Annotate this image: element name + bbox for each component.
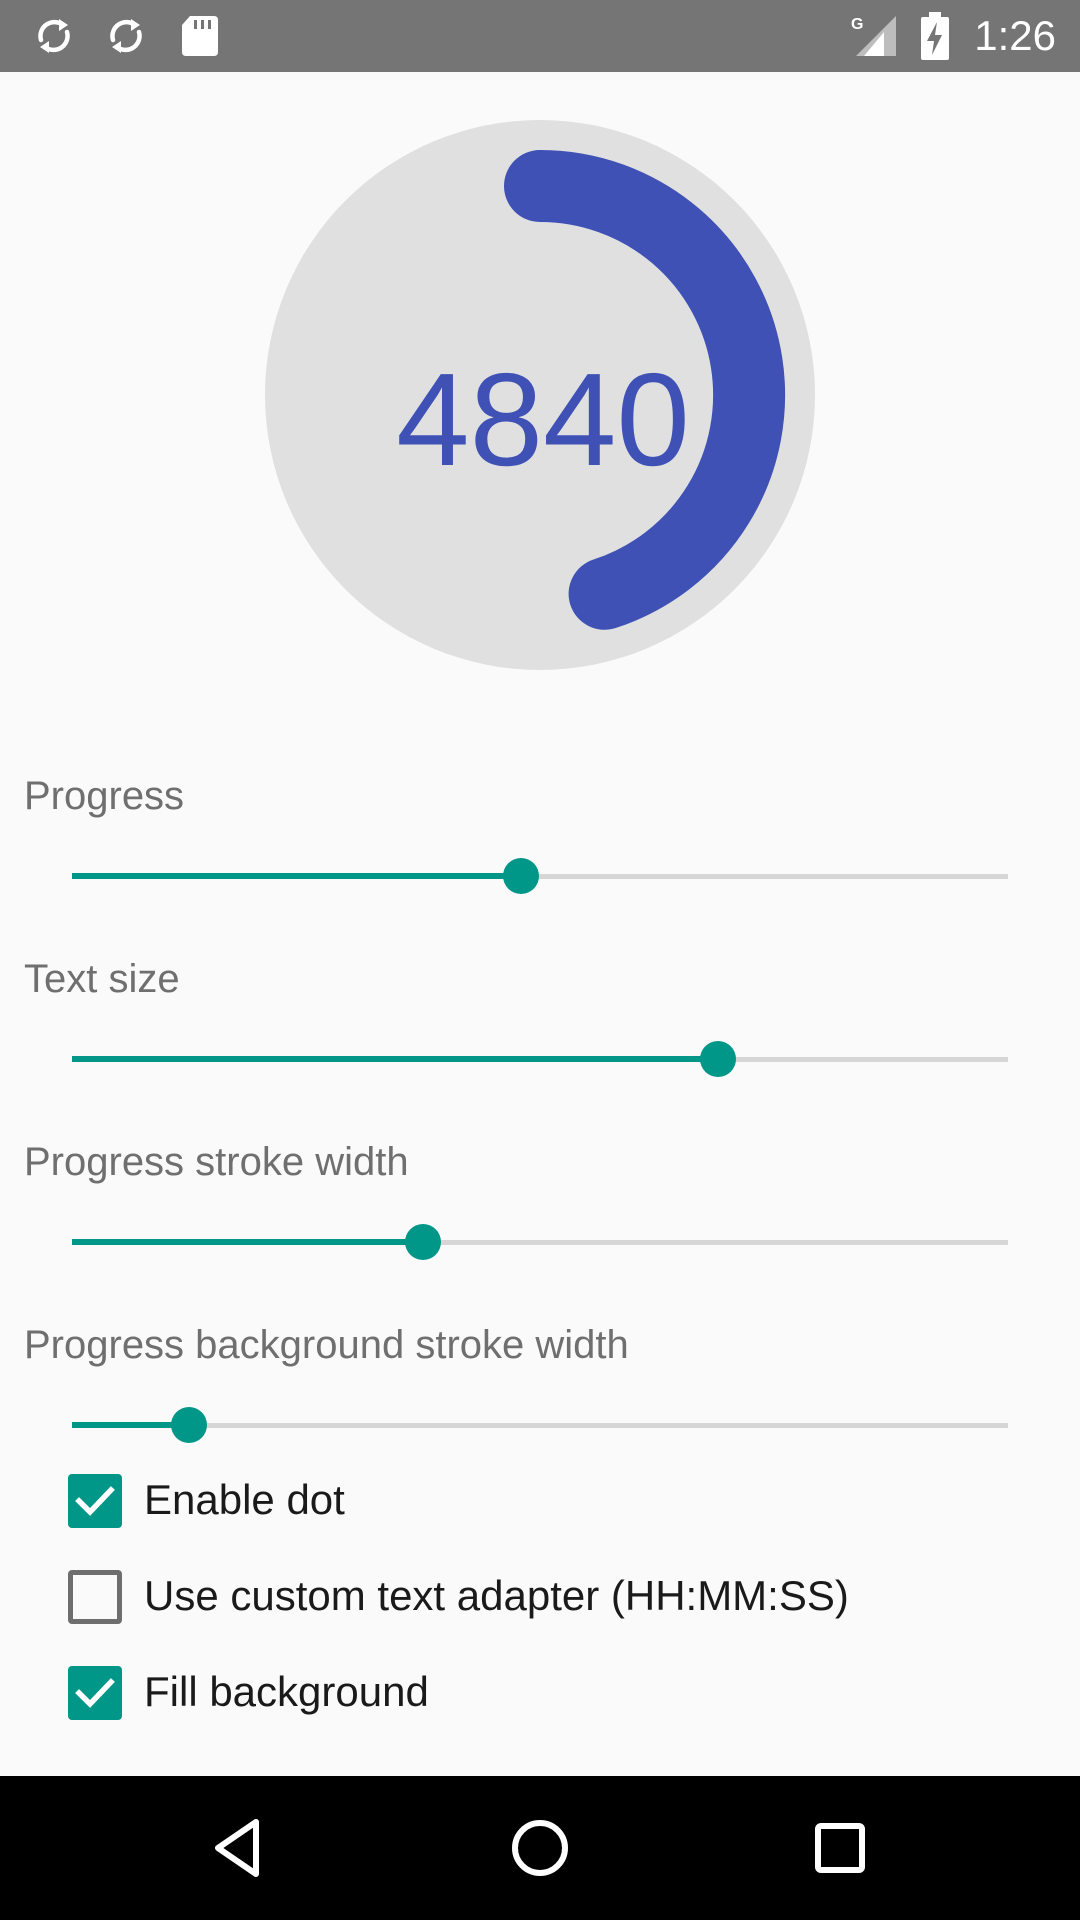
- progress-label: Progress: [24, 774, 185, 818]
- custom-text-adapter-checkbox[interactable]: [68, 1570, 122, 1624]
- slider-fill: [72, 1056, 718, 1062]
- slider-track: [72, 1423, 1008, 1428]
- checkmark-icon: [75, 1678, 115, 1708]
- slider-thumb[interactable]: [503, 858, 540, 894]
- slider-thumb[interactable]: [405, 1224, 441, 1260]
- progress-stroke-width-label: Progress stroke width: [24, 1140, 409, 1184]
- enable-dot-label: Enable dot: [144, 1476, 345, 1523]
- progress-background-stroke-width-slider[interactable]: [72, 1395, 1008, 1455]
- progress-stroke-width-slider[interactable]: [72, 1212, 1008, 1272]
- fill-background-label: Fill background: [144, 1668, 429, 1715]
- enable-dot-checkbox[interactable]: [68, 1474, 122, 1528]
- slider-fill: [72, 873, 522, 879]
- home-icon[interactable]: [504, 1812, 576, 1884]
- gauge-value-text: 4840: [396, 346, 690, 493]
- slider-thumb[interactable]: [171, 1407, 207, 1443]
- circular-progress-gauge: 4840: [265, 120, 815, 670]
- slider-thumb[interactable]: [699, 1041, 736, 1077]
- back-icon[interactable]: [204, 1812, 276, 1884]
- battery-charging-icon: [921, 12, 949, 60]
- text-size-slider[interactable]: [72, 1029, 1008, 1089]
- custom-text-adapter-label: Use custom text adapter (HH:MM:SS): [144, 1572, 849, 1619]
- network-type-label: G: [851, 16, 863, 33]
- sd-card-icon: [182, 16, 218, 56]
- progress-slider[interactable]: [72, 846, 1008, 906]
- signal-icon: G: [851, 16, 896, 56]
- checkmark-icon: [75, 1486, 115, 1516]
- sync-icon: [110, 19, 142, 53]
- progress-background-stroke-width-label: Progress background stroke width: [24, 1323, 629, 1367]
- recents-icon[interactable]: [804, 1812, 876, 1884]
- fill-background-checkbox[interactable]: [68, 1666, 122, 1720]
- navigation-bar: [0, 1776, 1080, 1920]
- status-bar: G 1:26: [0, 0, 1080, 72]
- clock: 1:26: [974, 12, 1056, 59]
- slider-fill: [72, 1239, 423, 1245]
- sync-icon: [38, 19, 70, 53]
- text-size-label: Text size: [24, 957, 180, 1001]
